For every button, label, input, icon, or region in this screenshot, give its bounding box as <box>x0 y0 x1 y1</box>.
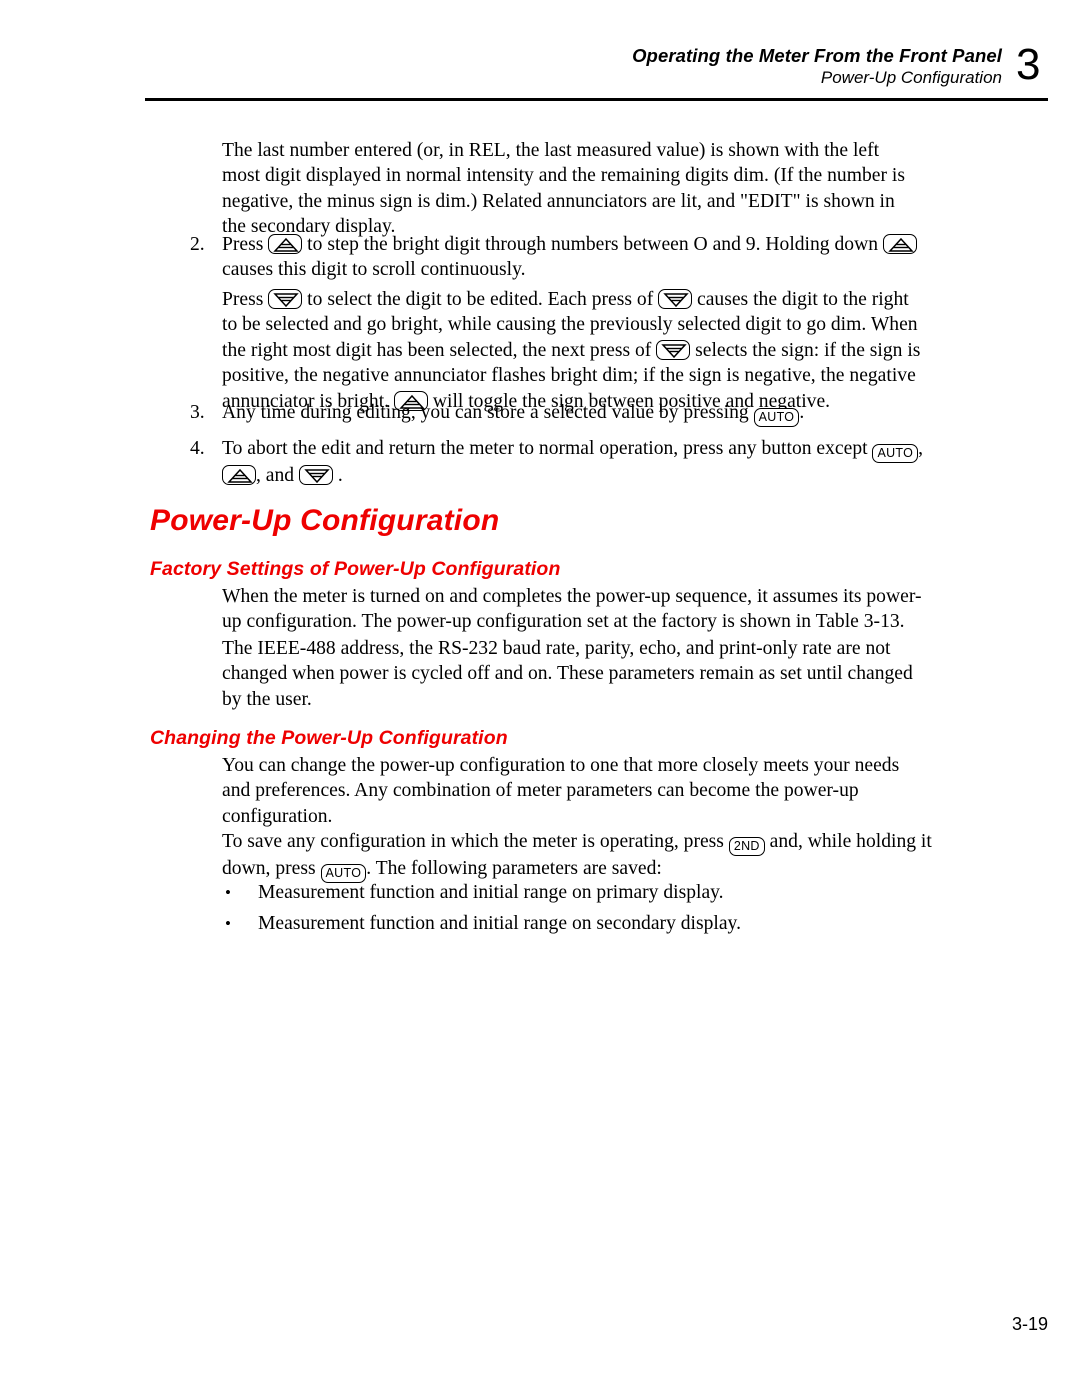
changing-paragraph-2: To save any configuration in which the m… <box>222 829 937 883</box>
bullet-list-item: • Measurement function and initial range… <box>225 880 945 905</box>
down-arrow-key-icon <box>299 465 333 485</box>
step2-continuation-paragraph: Press to select the digit to be edited. … <box>222 287 922 414</box>
down-arrow-key-icon <box>656 339 691 360</box>
up-arrow-key-icon <box>222 465 256 485</box>
numbered-item-4-body: To abort the edit and return the meter t… <box>222 436 937 488</box>
changing-text-1: To save any configuration in which the m… <box>222 831 729 852</box>
bullet-text: Measurement function and initial range o… <box>258 882 724 903</box>
up-arrow-key-icon <box>268 234 303 254</box>
list-number: 3. <box>190 402 205 423</box>
changing-paragraph-1: You can change the power-up configuratio… <box>222 755 900 827</box>
step2-text-3: causes this digit to scroll continuously… <box>222 259 526 281</box>
changing-text-3: . The following parameters are saved: <box>366 858 662 879</box>
auto-key-icon: AUTO <box>872 444 919 463</box>
step2b-text-2: to select the digit to be edited. Each p… <box>302 289 659 310</box>
step3-text-2: . <box>799 402 805 423</box>
document-page: Operating the Meter From the Front Panel… <box>0 0 1080 1397</box>
numbered-item-3-body: Any time during editing, you can store a… <box>222 400 922 427</box>
factory-paragraph-2: The IEEE-488 address, the RS-232 baud ra… <box>222 638 913 710</box>
running-header: Operating the Meter From the Front Panel… <box>145 40 1048 89</box>
step4-text-1: To abort the edit and return the meter t… <box>222 438 873 459</box>
down-arrow-key-icon <box>658 289 693 309</box>
factory-paragraph-1: When the meter is turned on and complete… <box>222 586 922 633</box>
bullet-list-item: • Measurement function and initial range… <box>225 911 945 936</box>
chapter-number: 3 <box>1016 40 1041 89</box>
step4-text-2: , <box>918 438 924 459</box>
step4-text-3: , and <box>256 465 299 486</box>
bullet-marker: • <box>225 883 231 902</box>
bullet-text: Measurement function and initial range o… <box>258 913 741 934</box>
subsection-heading-changing-configuration: Changing the Power-Up Configuration <box>150 727 508 749</box>
header-rule-divider <box>145 98 1048 101</box>
step2-text-1: Press <box>222 234 269 255</box>
subsection-heading-factory-settings: Factory Settings of Power-Up Configurati… <box>150 558 561 580</box>
bullet-marker: • <box>225 914 231 933</box>
numbered-item-2-body: Press to step the bright digit through n… <box>222 232 922 283</box>
step2-text-2: to step the bright digit through numbers… <box>302 234 883 255</box>
section-heading-power-up-configuration: Power-Up Configuration <box>150 504 500 537</box>
step3-text-1: Any time during editing, you can store a… <box>222 402 754 423</box>
numbered-item-3: 3. Any time during editing, you can stor… <box>190 400 930 427</box>
list-number: 2. <box>190 234 205 255</box>
step4-text-4: . <box>333 465 343 486</box>
second-key-icon: 2ND <box>728 837 765 856</box>
page-number: 3-19 <box>1011 1314 1048 1334</box>
step2b-text-1: Press <box>222 289 269 310</box>
auto-key-icon: AUTO <box>753 408 800 427</box>
down-arrow-key-icon <box>268 289 303 309</box>
intro-paragraph: The last number entered (or, in REL, the… <box>222 140 905 238</box>
up-arrow-key-icon <box>882 234 917 254</box>
page-footer: 3-19 <box>0 1314 1048 1335</box>
list-number: 4. <box>190 438 205 459</box>
numbered-item-2: 2. Press to step the bright digit throug… <box>190 232 930 283</box>
header-subtitle: Power-Up Configuration <box>820 68 1002 87</box>
numbered-item-4: 4. To abort the edit and return the mete… <box>190 436 950 488</box>
header-title: Operating the Meter From the Front Panel <box>632 45 1002 66</box>
